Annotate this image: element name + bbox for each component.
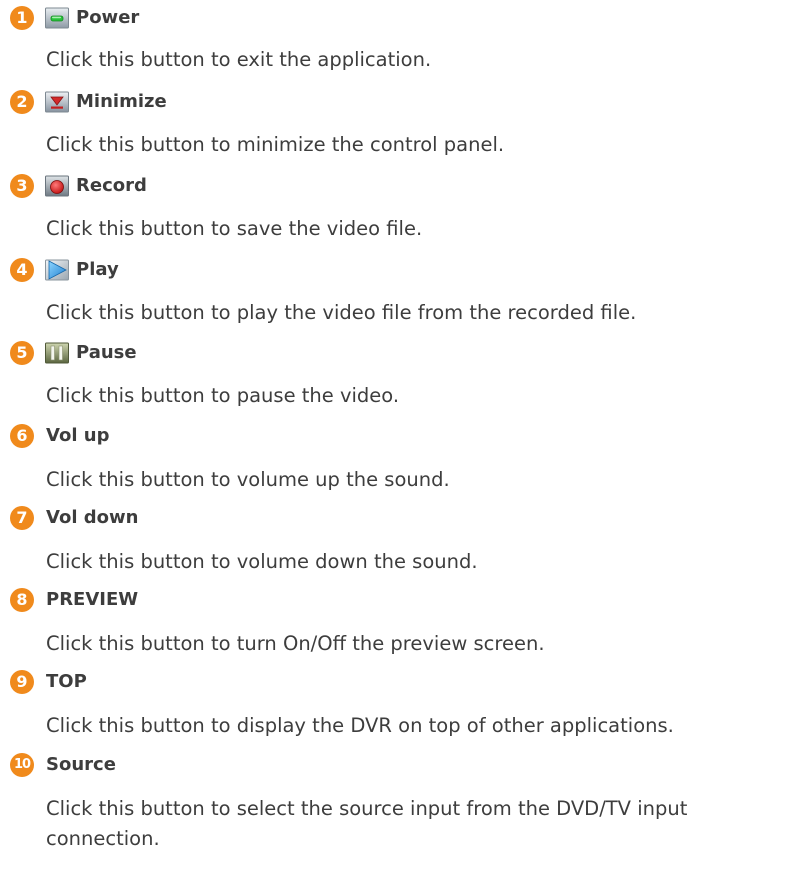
item-title: PREVIEW (46, 589, 139, 610)
item-title: Minimize (76, 91, 167, 112)
item-title: Source (46, 754, 116, 775)
item-description: Click this button to volume up the sound… (46, 468, 450, 491)
number-badge: 4 (10, 258, 34, 282)
item-description: Click this button to turn On/Off the pre… (46, 632, 545, 655)
number-badge: 8 (10, 588, 34, 612)
number-badge: 9 (10, 670, 34, 694)
item-description: Click this button to play the video file… (46, 301, 637, 324)
item-title: Vol down (46, 507, 139, 528)
item-title: Record (76, 175, 147, 196)
number-badge: 1 (10, 6, 34, 30)
item-title: Pause (76, 342, 137, 363)
item-description: Click this button to minimize the contro… (46, 133, 505, 156)
record-icon (45, 174, 69, 198)
item-description: Click this button to select the source i… (46, 797, 688, 850)
item-description: Click this button to save the video file… (46, 217, 423, 240)
number-badge: 2 (10, 90, 34, 114)
minimize-icon (45, 90, 69, 114)
number-badge: 10 (10, 753, 34, 777)
item-title: TOP (46, 671, 87, 692)
number-badge: 5 (10, 341, 34, 365)
item-title: Play (76, 259, 119, 280)
item-title: Vol up (46, 425, 110, 446)
item-description: Click this button to volume down the sou… (46, 550, 478, 573)
number-badge: 6 (10, 424, 34, 448)
item-title: Power (76, 7, 140, 28)
play-icon (45, 258, 69, 282)
pause-icon (45, 341, 69, 365)
number-badge: 3 (10, 174, 34, 198)
item-description: Click this button to exit the applicatio… (46, 48, 432, 71)
item-description: Click this button to display the DVR on … (46, 714, 674, 737)
item-description: Click this button to pause the video. (46, 384, 400, 407)
number-badge: 7 (10, 506, 34, 530)
power-icon (45, 6, 69, 30)
